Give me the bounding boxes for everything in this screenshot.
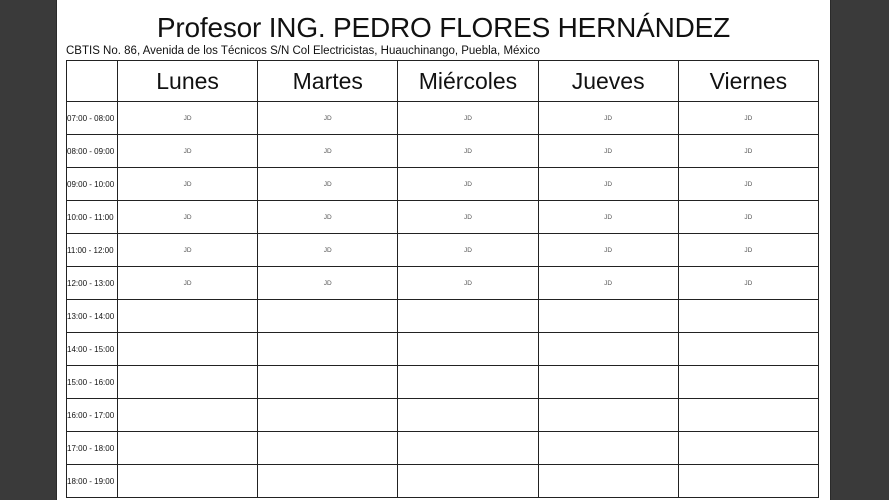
schedule-cell <box>397 464 539 498</box>
time-slot-label: 10:00 - 11:00 <box>66 200 118 234</box>
time-slot-label: 13:00 - 14:00 <box>66 299 118 333</box>
day-header-viernes: Viernes <box>677 60 820 102</box>
table-row: 12:00 - 13:00 JD JD JD JD JD <box>66 266 820 300</box>
day-header-martes: Martes <box>257 60 399 102</box>
time-slot-label: 09:00 - 10:00 <box>66 167 118 201</box>
schedule-cell <box>677 464 820 498</box>
table-row: 14:00 - 15:00 <box>66 332 820 366</box>
time-slot-label: 07:00 - 08:00 <box>66 101 118 135</box>
schedule-table: Lunes Martes Miércoles Jueves Viernes 07… <box>66 60 820 498</box>
header-row: Lunes Martes Miércoles Jueves Viernes <box>66 60 820 102</box>
time-slot-label: 17:00 - 18:00 <box>66 431 118 465</box>
schedule-cell: JD <box>677 134 820 168</box>
time-slot-label: 08:00 - 09:00 <box>66 134 118 168</box>
schedule-cell <box>397 431 539 465</box>
schedule-cell: JD <box>677 200 820 234</box>
schedule-cell <box>677 431 820 465</box>
schedule-cell: JD <box>397 134 539 168</box>
table-row: 18:00 - 19:00 <box>66 464 820 498</box>
schedule-cell <box>116 365 259 399</box>
schedule-cell <box>116 299 259 333</box>
schedule-cell: JD <box>397 233 539 267</box>
schedule-cell: JD <box>116 233 259 267</box>
school-address: CBTIS No. 86, Avenida de los Técnicos S/… <box>66 45 540 57</box>
schedule-cell <box>257 332 399 366</box>
schedule-cell: JD <box>116 101 259 135</box>
schedule-cell: JD <box>537 101 679 135</box>
schedule-cell: JD <box>677 167 820 201</box>
document-page: Profesor ING. PEDRO FLORES HERNÁNDEZ CBT… <box>57 0 830 500</box>
schedule-cell <box>116 332 259 366</box>
schedule-cell <box>116 431 259 465</box>
schedule-cell: JD <box>116 134 259 168</box>
schedule-cell <box>677 365 820 399</box>
table-row: 10:00 - 11:00 JD JD JD JD JD <box>66 200 820 234</box>
schedule-cell <box>537 332 679 366</box>
schedule-cell: JD <box>257 134 399 168</box>
time-slot-label: 14:00 - 15:00 <box>66 332 118 366</box>
schedule-cell: JD <box>116 200 259 234</box>
schedule-cell <box>537 398 679 432</box>
table-row: 08:00 - 09:00 JD JD JD JD JD <box>66 134 820 168</box>
table-row: 11:00 - 12:00 JD JD JD JD JD <box>66 233 820 267</box>
table-row: 17:00 - 18:00 <box>66 431 820 465</box>
page-title: Profesor ING. PEDRO FLORES HERNÁNDEZ <box>156 12 731 43</box>
schedule-cell <box>537 299 679 333</box>
schedule-cell <box>537 431 679 465</box>
day-header-miercoles: Miércoles <box>397 60 539 102</box>
schedule-cell <box>116 464 259 498</box>
schedule-cell <box>257 299 399 333</box>
schedule-cell <box>677 398 820 432</box>
schedule-cell: JD <box>397 101 539 135</box>
time-slot-label: 18:00 - 19:00 <box>66 464 118 498</box>
schedule-cell: JD <box>257 233 399 267</box>
schedule-cell <box>257 398 399 432</box>
time-slot-label: 16:00 - 17:00 <box>66 398 118 432</box>
table-row: 09:00 - 10:00 JD JD JD JD JD <box>66 167 820 201</box>
table-row: 07:00 - 08:00 JD JD JD JD JD <box>66 101 820 135</box>
schedule-cell <box>116 398 259 432</box>
time-slot-label: 11:00 - 12:00 <box>66 233 118 267</box>
schedule-cell: JD <box>537 200 679 234</box>
schedule-cell: JD <box>537 167 679 201</box>
table-row: 16:00 - 17:00 <box>66 398 820 432</box>
schedule-cell: JD <box>257 266 399 300</box>
time-slot-label: 15:00 - 16:00 <box>66 365 118 399</box>
schedule-cell: JD <box>677 233 820 267</box>
schedule-cell: JD <box>397 266 539 300</box>
schedule-cell <box>397 365 539 399</box>
schedule-cell <box>677 299 820 333</box>
schedule-cell <box>397 332 539 366</box>
schedule-cell <box>397 299 539 333</box>
schedule-cell: JD <box>257 200 399 234</box>
schedule-cell <box>537 464 679 498</box>
schedule-cell: JD <box>677 266 820 300</box>
schedule-cell: JD <box>537 266 679 300</box>
time-slot-label: 12:00 - 13:00 <box>66 266 118 300</box>
table-row: 15:00 - 16:00 <box>66 365 820 399</box>
schedule-cell <box>257 464 399 498</box>
day-header-jueves: Jueves <box>537 60 679 102</box>
schedule-cell: JD <box>257 167 399 201</box>
day-header-lunes: Lunes <box>116 60 259 102</box>
schedule-cell <box>257 431 399 465</box>
schedule-cell <box>677 332 820 366</box>
schedule-cell: JD <box>397 200 539 234</box>
schedule-cell: JD <box>257 101 399 135</box>
schedule-cell: JD <box>537 134 679 168</box>
table-row: 13:00 - 14:00 <box>66 299 820 333</box>
schedule-cell <box>397 398 539 432</box>
schedule-cell <box>257 365 399 399</box>
schedule-cell <box>537 365 679 399</box>
schedule-cell: JD <box>116 266 259 300</box>
schedule-cell: JD <box>116 167 259 201</box>
corner-cell <box>66 60 118 102</box>
schedule-cell: JD <box>397 167 539 201</box>
schedule-cell: JD <box>537 233 679 267</box>
schedule-cell: JD <box>677 101 820 135</box>
